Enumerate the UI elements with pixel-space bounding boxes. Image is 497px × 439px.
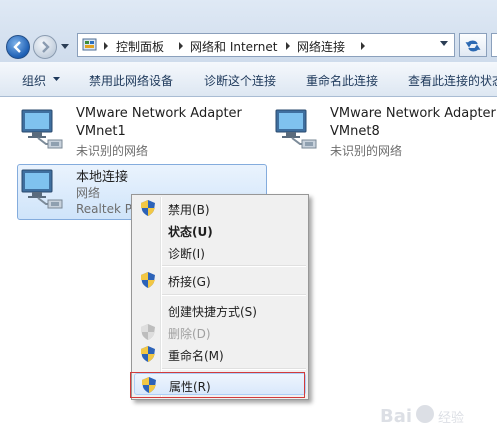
menu-separator [162,294,306,296]
uac-shield-icon [141,346,155,362]
breadcrumb[interactable]: 控制面板 网络和 Internet 网络连接 [77,33,455,57]
context-menu: 禁用(B) 状态(U) 诊断(I) 桥接(G) 创建快捷方式(S) 删除(D) … [131,194,309,400]
adapter-status: 网络 [76,186,101,200]
refresh-icon [465,40,481,52]
adapter-vmnet1[interactable]: VMware Network Adapter VMnet1 未识别的网络 [18,106,258,158]
chevron-right-icon[interactable] [285,42,291,50]
menu-item-label: 重命名(M) [168,349,224,363]
menu-item-status[interactable]: 状态(U) [134,219,306,241]
breadcrumb-control-panel[interactable]: 控制面板 [116,38,164,55]
adapter-name: 本地连接 [76,170,129,185]
chevron-right-icon[interactable] [178,42,184,50]
menu-separator [162,368,306,370]
menu-item-create-shortcut[interactable]: 创建快捷方式(S) [134,299,306,321]
view-status-button[interactable]: 查看此连接的状态 [408,72,497,89]
adapter-name: VMware Network Adapter [76,106,242,121]
menu-item-label: 删除(D) [168,327,211,341]
adapter-name: VMware Network Adapter [330,106,496,121]
back-button[interactable] [6,35,30,59]
adapter-name-line2: VMnet8 [330,124,380,139]
rename-button[interactable]: 重命名此连接 [306,72,378,89]
arrow-right-icon [42,41,50,53]
menu-item-label: 桥接(G) [168,275,211,289]
search-input[interactable] [491,33,497,57]
history-dropdown-icon[interactable] [61,44,69,50]
command-bar: 组织 禁用此网络设备 诊断这个连接 重命名此连接 查看此连接的状态 [0,62,497,97]
annotation-highlight-box [130,372,305,398]
breadcrumb-network-internet[interactable]: 网络和 Internet [190,38,277,55]
uac-shield-icon [141,200,155,216]
refresh-button[interactable] [459,33,487,57]
menu-item-bridge[interactable]: 桥接(G) [134,269,306,291]
disable-device-button[interactable]: 禁用此网络设备 [89,72,173,89]
diagnose-button[interactable]: 诊断这个连接 [204,72,276,89]
menu-item-diagnose[interactable]: 诊断(I) [134,241,306,263]
address-bar: 控制面板 网络和 Internet 网络连接 [0,0,497,62]
adapter-name-line2: VMnet1 [76,124,126,139]
address-dropdown-icon[interactable] [440,41,448,47]
network-adapter-icon [21,109,63,149]
menu-separator [162,265,306,267]
menu-item-label: 状态(U) [168,225,213,239]
forward-button[interactable] [33,35,57,59]
chevron-down-icon [53,77,60,81]
menu-item-delete: 删除(D) [134,321,306,343]
adapter-status: 未识别的网络 [330,144,403,158]
svg-text:Bai: Bai [380,406,412,427]
adapter-status: 未识别的网络 [76,144,149,158]
menu-item-rename[interactable]: 重命名(M) [134,343,306,365]
breadcrumb-network-connections[interactable]: 网络连接 [297,38,345,55]
svg-text:经验: 经验 [438,410,464,426]
uac-shield-icon [141,324,155,340]
organize-button[interactable]: 组织 [22,72,46,89]
menu-item-label: 禁用(B) [168,203,210,217]
arrow-left-icon [13,41,21,53]
menu-item-disable[interactable]: 禁用(B) [134,197,306,219]
menu-item-label: 诊断(I) [168,247,205,261]
baidu-watermark-logo: Bai 经验 [380,405,464,427]
adapter-vmnet8[interactable]: VMware Network Adapter VMnet8 未识别的网络 [272,106,497,158]
chevron-right-icon[interactable] [360,42,366,50]
menu-item-label: 创建快捷方式(S) [168,305,257,319]
network-adapter-icon [21,169,63,209]
control-panel-icon [82,38,97,51]
network-adapter-icon [275,109,317,149]
chevron-right-icon[interactable] [103,42,109,50]
uac-shield-icon [141,272,155,288]
